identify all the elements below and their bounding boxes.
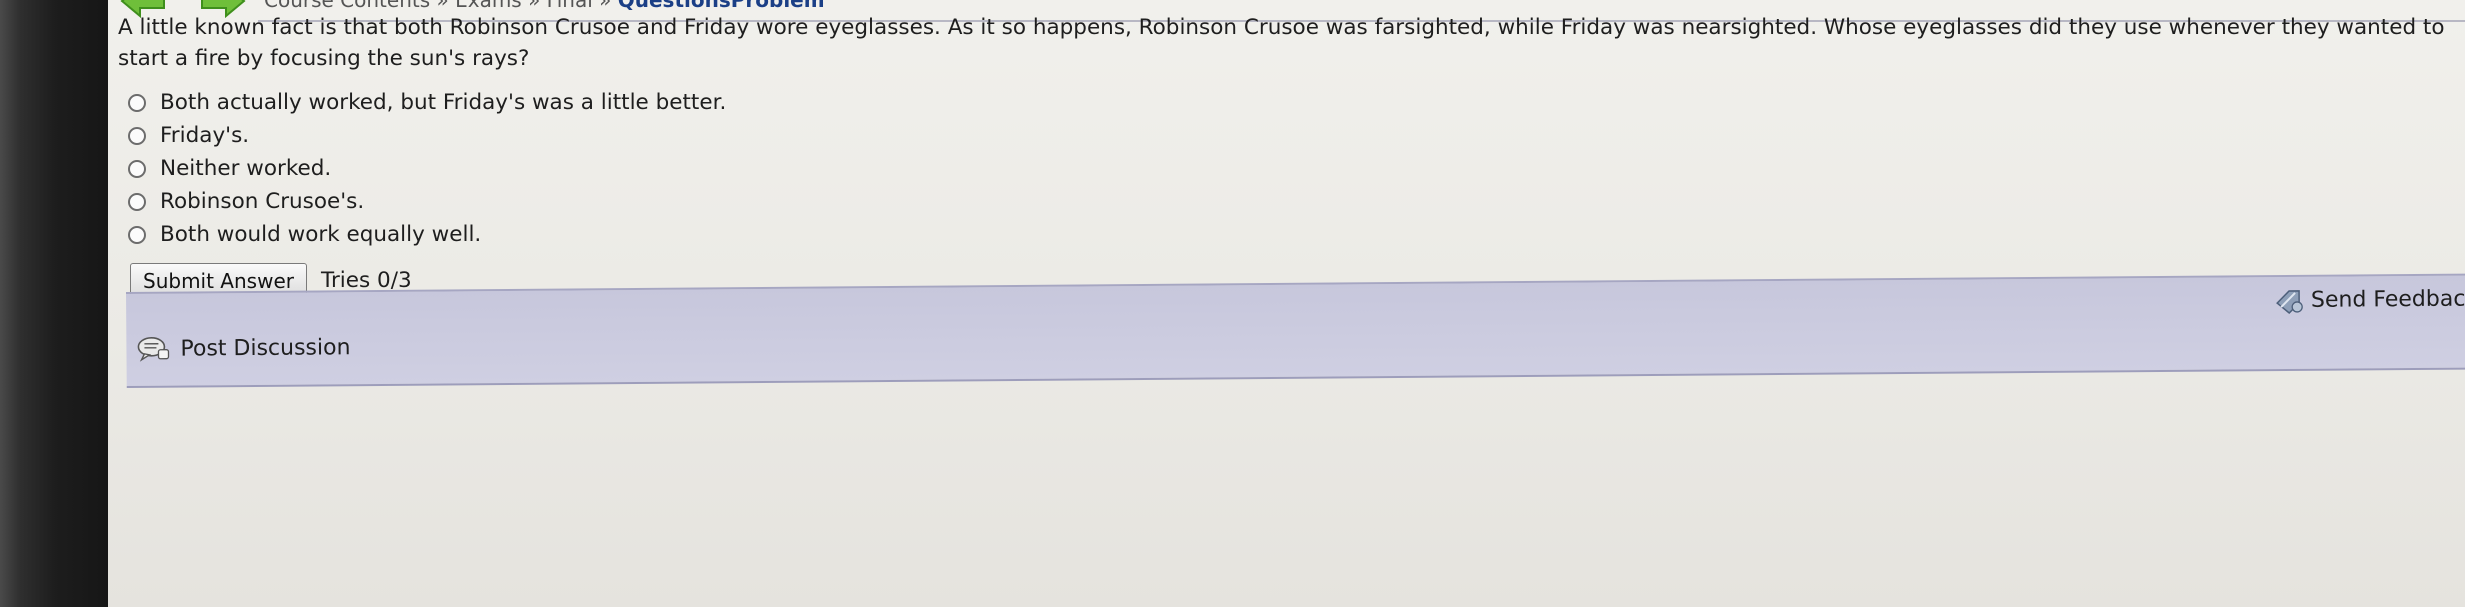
send-feedback-label: Send Feedback xyxy=(2310,286,2465,313)
radio-button[interactable] xyxy=(128,225,146,244)
breadcrumb-path[interactable]: Course Contents » Exams » Final » xyxy=(264,0,618,12)
answer-option-label: Both actually worked, but Friday's was a… xyxy=(160,90,727,115)
radio-button[interactable] xyxy=(128,159,146,178)
answer-option-label: Both would work equally well. xyxy=(160,222,482,247)
radio-button[interactable] xyxy=(128,192,146,211)
post-discussion-link[interactable]: Post Discussion xyxy=(136,334,351,362)
discussion-bubble-icon xyxy=(137,337,170,362)
answer-option[interactable]: Robinson Crusoe's. xyxy=(128,185,726,218)
answer-options: Both actually worked, but Friday's was a… xyxy=(128,86,726,251)
discussion-bar: Post Discussion Send Feedback xyxy=(126,273,2465,388)
post-discussion-label: Post Discussion xyxy=(180,334,351,362)
answer-option[interactable]: Both actually worked, but Friday's was a… xyxy=(128,86,726,119)
page-screen: Course Contents » Exams » Final » Questi… xyxy=(108,0,2465,607)
question-text: A little known fact is that both Robinso… xyxy=(118,15,2445,71)
answer-option[interactable]: Both would work equally well. xyxy=(128,218,726,251)
breadcrumb-current: QuestionsProblem xyxy=(617,0,825,12)
breadcrumb: Course Contents » Exams » Final » Questi… xyxy=(264,0,825,12)
send-feedback-link[interactable]: Send Feedback xyxy=(2271,282,2465,318)
answer-option-label: Friday's. xyxy=(160,123,250,148)
feedback-pencil-icon xyxy=(2275,290,2303,315)
answer-option[interactable]: Friday's. xyxy=(128,119,726,152)
monitor-bezel xyxy=(0,0,108,607)
radio-button[interactable] xyxy=(128,93,146,112)
answer-option[interactable]: Neither worked. xyxy=(128,152,726,185)
answer-option-label: Neither worked. xyxy=(160,156,332,181)
radio-button[interactable] xyxy=(128,126,146,145)
answer-option-label: Robinson Crusoe's. xyxy=(160,189,365,214)
